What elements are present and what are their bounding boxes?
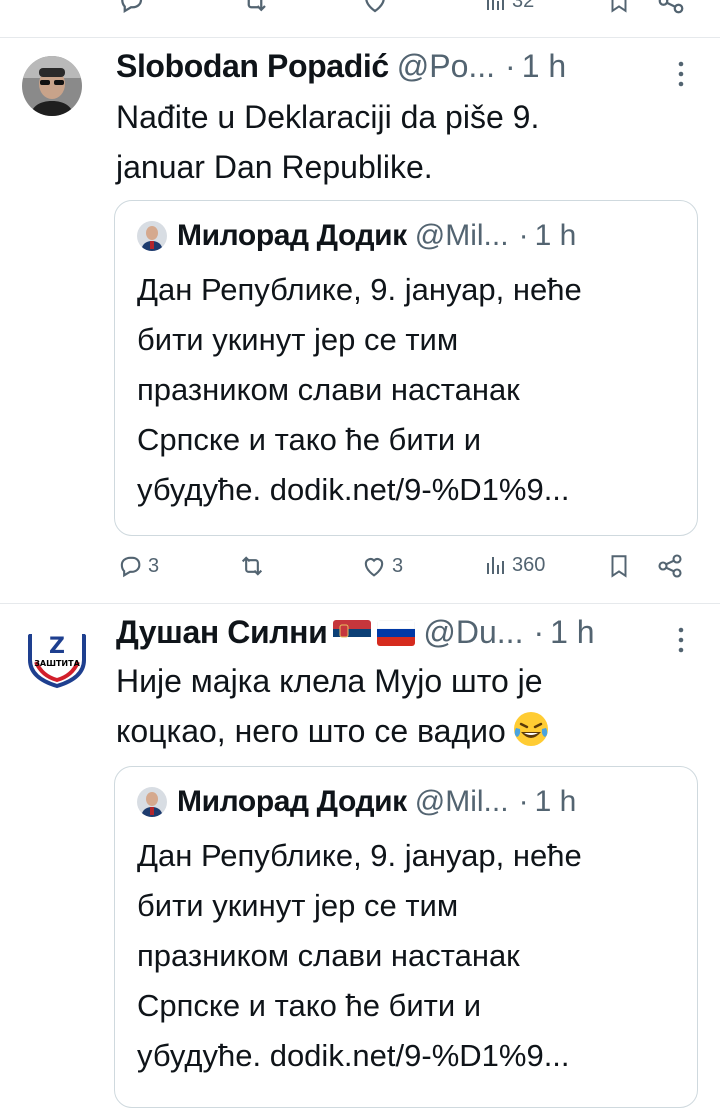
share-icon[interactable]: [656, 552, 684, 580]
divider: [0, 603, 720, 604]
timestamp[interactable]: 1 h: [550, 614, 594, 651]
share-icon[interactable]: [656, 0, 686, 16]
tweet-text-segment: коцкао, него што се вадио: [116, 713, 506, 749]
quote-link[interactable]: dodik.net/9-%D1%9...: [270, 1038, 570, 1073]
separator-dot: ·: [518, 219, 529, 252]
tweet-text-line: Није мајка клела Мујо што је: [116, 663, 543, 699]
views-button[interactable]: 32: [484, 0, 534, 14]
like-count: 3: [392, 554, 404, 577]
tweet-text-line: коцкао, него што се вадио: [116, 706, 696, 756]
avatar-label: ЗАШТИТА: [34, 659, 80, 668]
like-icon: [364, 558, 384, 577]
quote-link[interactable]: dodik.net/9-%D1%9...: [270, 472, 570, 507]
quote-text-line: бити укинут јер се тим: [137, 888, 459, 923]
timestamp[interactable]: 1 h: [522, 48, 566, 85]
quote-text-line: бити укинут јер се тим: [137, 322, 459, 357]
divider: [0, 37, 720, 38]
quote-text-line: празником слави настанак: [137, 938, 520, 973]
separator-dot: ·: [533, 614, 545, 650]
retweet-icon[interactable]: [240, 0, 270, 16]
tweet-actions: 3 3 360: [0, 552, 720, 592]
views-icon: [487, 557, 504, 574]
bookmark-icon[interactable]: [606, 0, 632, 16]
quote-header: Милорад Додик @Mil... · 1 h: [137, 219, 576, 253]
quote-author-name: Милорад Додик: [177, 219, 407, 252]
tweet-header: Slobodan Popadić @Po... · 1 h: [116, 48, 566, 85]
quote-author-handle: @Mil...: [414, 219, 509, 252]
reply-button[interactable]: 3: [116, 552, 159, 580]
quoted-tweet[interactable]: Милорад Додик @Mil... · 1 h Дан Републик…: [114, 766, 698, 1108]
reply-icon: [120, 556, 141, 578]
quote-avatar: [137, 787, 167, 817]
author-handle[interactable]: @Po...: [397, 48, 495, 85]
avatar[interactable]: [22, 56, 82, 116]
like-button[interactable]: 3: [360, 552, 403, 580]
quote-text-prefix: убудуће.: [137, 472, 270, 507]
tweet-header: Душан Силни @Du... · 1 h: [116, 614, 595, 651]
tweet-text-line: januar Dan Republike.: [116, 149, 433, 185]
quote-timestamp: 1 h: [534, 785, 577, 818]
quote-header: Милорад Додик @Mil... · 1 h: [137, 785, 576, 819]
views-count: 360: [512, 553, 546, 576]
quote-text-prefix: убудуће.: [137, 1038, 270, 1073]
quote-text-line: Дан Републике, 9. јануар, неће: [137, 838, 582, 873]
quote-text: Дан Републике, 9. јануар, неће бити укин…: [137, 265, 697, 515]
author-name[interactable]: Slobodan Popadić: [116, 48, 389, 85]
reply-count: 3: [148, 554, 160, 577]
laughing-tears-emoji-icon: [512, 710, 550, 748]
views-button[interactable]: 360: [484, 552, 545, 578]
quote-text-line: празником слави настанак: [137, 372, 520, 407]
views-count: 32: [512, 0, 535, 12]
quote-text: Дан Републике, 9. јануар, неће бити укин…: [137, 831, 697, 1081]
retweet-button[interactable]: [238, 552, 270, 580]
quote-text-line: Српске и тако ће бити и: [137, 422, 482, 457]
reply-icon[interactable]: [116, 0, 146, 16]
quote-avatar: [137, 221, 167, 251]
svg-text:Z: Z: [49, 634, 65, 659]
tweet-text: Није мајка клела Мујо што је коцкао, нег…: [116, 656, 696, 756]
views-icon: [487, 0, 504, 10]
author-name[interactable]: Душан Силни: [116, 614, 328, 651]
more-icon[interactable]: [676, 60, 686, 88]
quote-text-line: убудуће. dodik.net/9-%D1%9...: [137, 465, 697, 515]
quote-text-line: убудуће. dodik.net/9-%D1%9...: [137, 1031, 697, 1081]
like-icon[interactable]: [360, 0, 390, 16]
quote-author-name: Милорад Додик: [177, 785, 407, 818]
avatar[interactable]: Z ЗАШТИТА: [22, 620, 92, 690]
previous-tweet-actions: 32: [0, 0, 720, 20]
quote-text-line: Дан Републике, 9. јануар, неће: [137, 272, 582, 307]
tweet-text-line: Nađite u Deklaraciji da piše 9.: [116, 99, 540, 135]
retweet-icon: [241, 556, 263, 576]
quote-timestamp: 1 h: [534, 219, 577, 252]
author-handle[interactable]: @Du...: [423, 614, 523, 651]
quote-author-handle: @Mil...: [414, 785, 509, 818]
separator-dot: ·: [505, 48, 516, 84]
russia-flag-icon: [377, 619, 416, 646]
bookmark-icon[interactable]: [606, 552, 632, 580]
separator-dot: ·: [518, 785, 529, 818]
more-icon[interactable]: [676, 626, 686, 654]
quoted-tweet[interactable]: Милорад Додик @Mil... · 1 h Дан Републик…: [114, 200, 698, 536]
quote-text-line: Српске и тако ће бити и: [137, 988, 482, 1023]
tweet-text: Nađite u Deklaraciji da piše 9. januar D…: [116, 92, 696, 192]
serbia-flag-icon: [333, 619, 372, 646]
